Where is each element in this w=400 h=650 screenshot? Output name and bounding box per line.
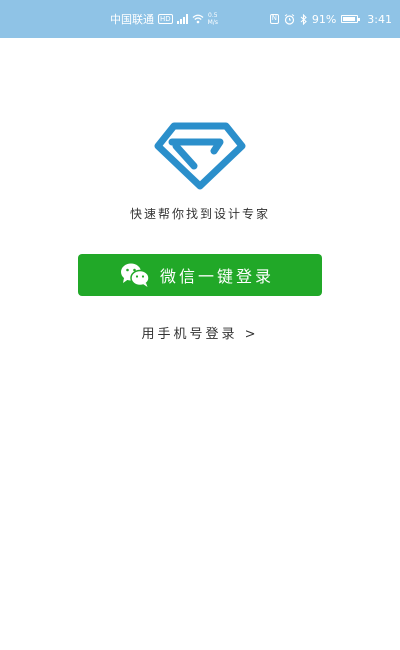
phone-login-link[interactable]: 用手机号登录 > bbox=[0, 323, 400, 342]
wifi-icon bbox=[192, 14, 204, 24]
diamond-logo-icon bbox=[154, 122, 246, 190]
carrier-name: 中国联通 bbox=[110, 13, 154, 26]
wechat-login-label: 微信一键登录 bbox=[160, 267, 275, 286]
wechat-icon bbox=[121, 263, 150, 287]
battery-icon bbox=[341, 15, 361, 23]
network-speed-unit: M/s bbox=[207, 19, 218, 26]
network-speed: 0.5 M/s bbox=[208, 12, 218, 26]
battery-fill bbox=[343, 17, 356, 21]
login-screen: 中国联通 HD 0.5 M/s N 91% 3:41 快速帮你找到设计专家 微信… bbox=[0, 0, 400, 650]
cellular-signal-icon bbox=[176, 14, 188, 24]
bluetooth-icon bbox=[300, 13, 307, 25]
hd-badge: HD bbox=[158, 14, 173, 24]
status-bar-left: 中国联通 HD 0.5 M/s bbox=[110, 0, 218, 38]
status-bar: 中国联通 HD 0.5 M/s N 91% 3:41 bbox=[0, 0, 400, 38]
clock: 3:41 bbox=[367, 12, 392, 26]
battery-percent: 91% bbox=[311, 12, 337, 26]
network-speed-value: 0.5 bbox=[208, 12, 218, 19]
wechat-login-button[interactable]: 微信一键登录 bbox=[78, 254, 322, 296]
status-bar-right: N 91% 3:41 bbox=[269, 0, 392, 38]
tagline: 快速帮你找到设计专家 bbox=[129, 207, 270, 221]
nfc-icon: N bbox=[269, 14, 279, 24]
alarm-icon bbox=[284, 13, 295, 25]
